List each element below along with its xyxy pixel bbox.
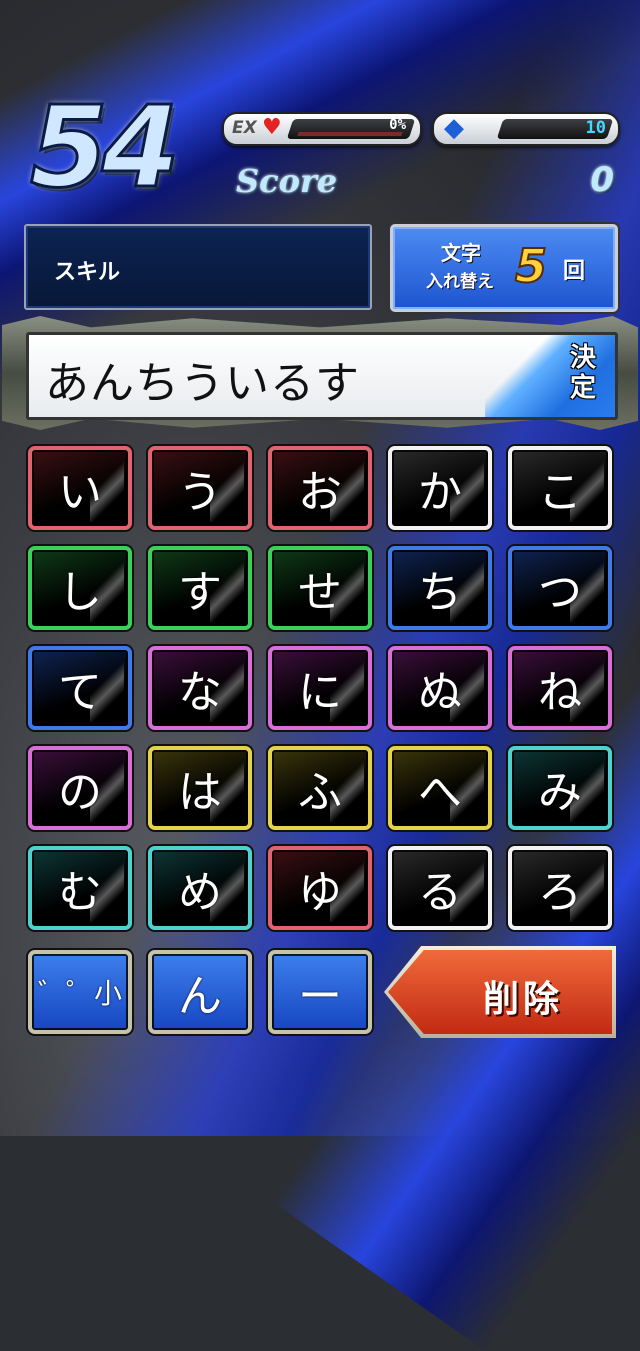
ex-percent: 0% <box>389 117 406 133</box>
tile-character: し <box>58 567 102 618</box>
swap-label-top: 文字 <box>441 241 481 265</box>
tile-character: う <box>178 467 222 518</box>
score-label: Score <box>236 162 338 200</box>
n-key[interactable]: ん <box>148 950 252 1034</box>
tile-character: ぬ <box>418 667 462 718</box>
heart-icon: ♥ <box>262 115 282 140</box>
timer-countdown: 54 <box>29 82 182 215</box>
tile-character: ゆ <box>298 867 342 918</box>
letter-tile[interactable]: ふ <box>268 746 372 830</box>
tile-character: ね <box>538 667 582 718</box>
letter-tile[interactable]: せ <box>268 546 372 630</box>
letter-tile[interactable]: ね <box>508 646 612 730</box>
tile-character: は <box>178 767 222 818</box>
letter-tile[interactable]: こ <box>508 446 612 530</box>
tile-character: ろ <box>538 867 582 918</box>
character-swap-button[interactable]: 文字 入れ替え 5 回 <box>390 224 618 312</box>
key-character: ん <box>178 971 222 1022</box>
current-word: あんちういるす <box>45 358 360 409</box>
letter-tile[interactable]: は <box>148 746 252 830</box>
letter-tile[interactable]: ろ <box>508 846 612 930</box>
tile-character: み <box>538 767 582 818</box>
tile-character: め <box>178 867 222 918</box>
letter-tile[interactable]: か <box>388 446 492 530</box>
skill-button[interactable]: スキル <box>24 224 372 310</box>
gem-count: 10 <box>585 118 606 138</box>
letter-tile[interactable]: う <box>148 446 252 530</box>
tile-character: む <box>58 867 102 918</box>
key-character: ゛゜小 <box>37 977 122 1010</box>
tile-character: へ <box>418 767 462 818</box>
letter-tile[interactable]: め <box>148 846 252 930</box>
word-input: あんちういるす 決定 <box>26 332 618 420</box>
swap-count: 5 <box>514 239 548 293</box>
letter-tile[interactable]: ち <box>388 546 492 630</box>
letter-tile[interactable]: つ <box>508 546 612 630</box>
tile-character: ふ <box>298 767 342 818</box>
letter-tile[interactable]: い <box>28 446 132 530</box>
tile-character: い <box>58 467 102 518</box>
tile-character: せ <box>298 567 342 618</box>
ex-gauge-fill <box>297 132 403 136</box>
tile-character: つ <box>538 567 582 618</box>
letter-tile[interactable]: に <box>268 646 372 730</box>
letter-tile[interactable]: る <box>388 846 492 930</box>
tile-character: て <box>58 667 102 718</box>
letter-tile[interactable]: む <box>28 846 132 930</box>
ex-label: EX <box>232 118 257 138</box>
letter-tile[interactable]: す <box>148 546 252 630</box>
score-value: 0 <box>590 160 614 200</box>
letter-tile[interactable]: し <box>28 546 132 630</box>
ex-gauge: EX ♥ 0% <box>222 112 422 146</box>
gem-gauge[interactable]: ◆ 10 <box>432 112 620 146</box>
tile-character: の <box>58 767 102 818</box>
dakuten-key[interactable]: ゛゜小 <box>28 950 132 1034</box>
delete-label: 削除 <box>482 978 563 1020</box>
diamond-icon: ◆ <box>444 113 464 143</box>
decide-button[interactable]: 決定 <box>485 335 615 417</box>
letter-tile[interactable]: て <box>28 646 132 730</box>
letter-tile[interactable]: へ <box>388 746 492 830</box>
letter-tile[interactable]: み <box>508 746 612 830</box>
tile-character: な <box>178 667 222 718</box>
swap-unit: 回 <box>563 258 586 284</box>
delete-button[interactable]: 削除 <box>388 950 612 1034</box>
letter-tile[interactable]: の <box>28 746 132 830</box>
letter-tile[interactable]: ゆ <box>268 846 372 930</box>
letter-tile[interactable]: な <box>148 646 252 730</box>
tile-character: ち <box>418 567 462 618</box>
tile-character: か <box>418 467 462 518</box>
tile-character: る <box>418 867 462 918</box>
tile-character: お <box>298 467 342 518</box>
swap-label-bottom: 入れ替え <box>426 272 494 292</box>
long-vowel-key[interactable]: ー <box>268 950 372 1034</box>
skill-label: スキル <box>54 260 121 285</box>
tile-character: す <box>178 567 222 618</box>
decide-label: 決定 <box>569 343 596 403</box>
letter-tile[interactable]: ぬ <box>388 646 492 730</box>
tile-character: こ <box>538 467 582 518</box>
tile-character: に <box>298 667 342 718</box>
letter-tile[interactable]: お <box>268 446 372 530</box>
key-character: ー <box>298 971 342 1022</box>
